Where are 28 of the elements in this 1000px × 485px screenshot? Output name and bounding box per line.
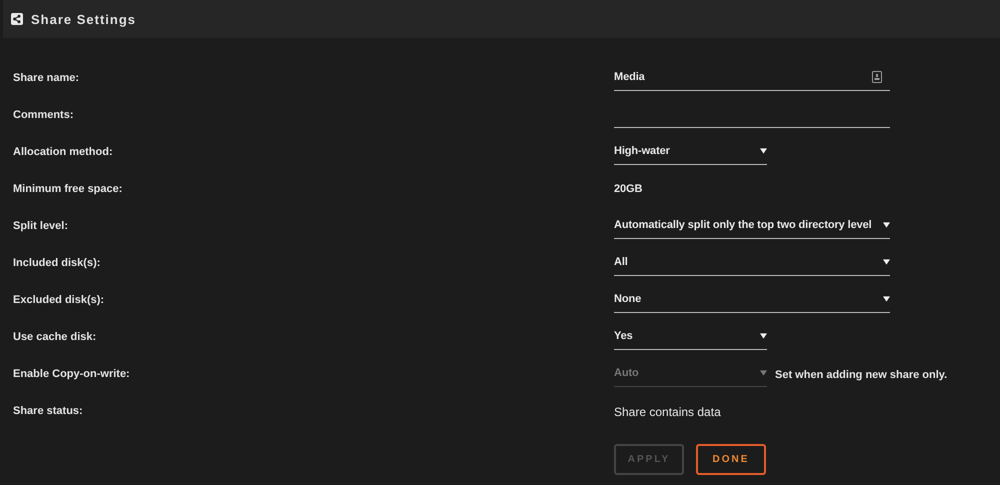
panel-title: Share Settings <box>31 12 136 26</box>
dropdown[interactable]: All <box>614 250 890 276</box>
status-text: Share contains data <box>614 404 721 418</box>
caret-icon <box>883 296 890 302</box>
field-label: Allocation method: <box>13 145 114 160</box>
field-label: Enable Copy-on-write: <box>13 367 131 382</box>
field-label: Use cache disk: <box>13 330 98 345</box>
input-field[interactable]: 20GB <box>614 176 890 202</box>
dropdown[interactable]: Yes <box>614 324 767 350</box>
share-icon <box>11 13 23 25</box>
field-label: Minimum free space: <box>13 182 124 197</box>
dropdown[interactable]: High-water <box>614 138 767 164</box>
caret-icon <box>760 333 767 339</box>
caret-icon <box>883 222 890 228</box>
hint-text: Set when adding new share only. <box>775 368 948 380</box>
field-label: Excluded disk(s): <box>13 293 106 308</box>
field-label: Split level: <box>13 219 70 234</box>
caret-icon <box>760 148 767 154</box>
field-label: Share name: <box>13 71 80 86</box>
caret-icon <box>760 370 767 376</box>
field-label: Comments: <box>13 108 75 123</box>
field-label: Included disk(s): <box>13 256 102 271</box>
caret-icon <box>883 259 890 265</box>
dropdown[interactable]: None <box>614 286 890 312</box>
done-button[interactable]: DONE <box>696 444 766 475</box>
field-label: Share status: <box>13 404 84 419</box>
dropdown[interactable]: Automatically split only the top two directory level <box>614 212 890 238</box>
input-field[interactable]: Media <box>614 64 890 90</box>
